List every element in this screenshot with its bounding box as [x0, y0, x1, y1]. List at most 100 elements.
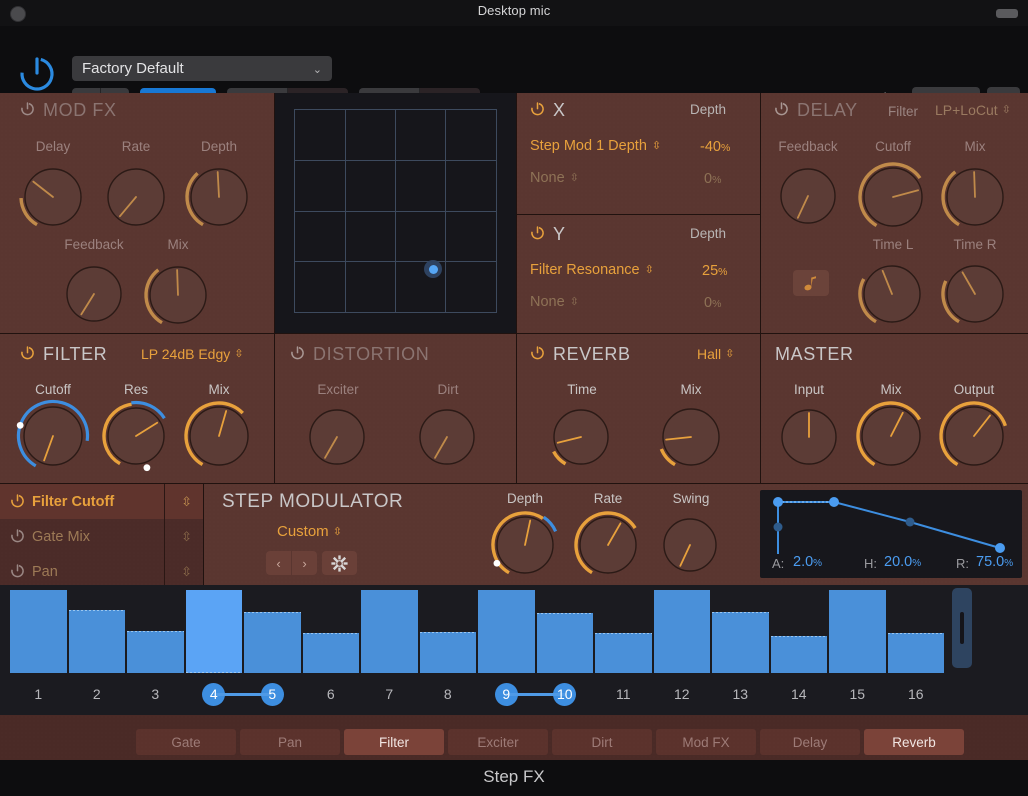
stepmod-rate-knob[interactable] [569, 506, 647, 584]
envelope-release-value[interactable]: 75.0% [976, 554, 1013, 570]
sequencer-step-number[interactable]: 3 [127, 686, 184, 702]
sequencer-step-number[interactable]: 5 [244, 686, 301, 702]
effect-tab-mod-fx[interactable]: Mod FX [656, 729, 756, 755]
xy-pad-handle[interactable] [424, 260, 442, 278]
y-source-1[interactable]: Filter Resonance⇳ [530, 262, 654, 278]
stepper-icon[interactable]: ⇳ [181, 564, 192, 580]
master-mix-knob[interactable] [851, 396, 931, 476]
mod-target-row-0[interactable]: Filter Cutoff ⇳ [0, 484, 203, 519]
distortion-exciter-knob[interactable] [299, 399, 375, 475]
stepmod-depth-knob[interactable] [486, 506, 564, 584]
sequencer-step-bar[interactable] [127, 631, 184, 673]
delay-cutoff-knob[interactable] [853, 157, 933, 237]
modfx-delay-knob[interactable] [14, 158, 92, 236]
window-resize-handle[interactable] [996, 9, 1018, 18]
sequencer-step-number[interactable]: 11 [595, 686, 652, 702]
step-modulator-preset[interactable]: Custom⇳ [277, 523, 342, 540]
sequencer-step-number[interactable]: 2 [69, 686, 126, 702]
sequencer-step-bar[interactable] [69, 610, 126, 673]
sequencer-step-bar[interactable] [361, 590, 418, 673]
envelope-display[interactable]: A: 2.0% H: 20.0% R: 75.0% [760, 490, 1022, 578]
x-source-2[interactable]: None⇳ [530, 170, 579, 186]
gear-icon[interactable] [322, 551, 357, 575]
sequencer-scroll-handle[interactable] [952, 588, 972, 668]
filter-cutoff-knob[interactable] [13, 396, 93, 476]
envelope-attack-value[interactable]: 2.0% [793, 554, 822, 570]
reverb-mode[interactable]: Hall⇳ [697, 346, 734, 362]
sequencer-step-bar[interactable] [244, 612, 301, 673]
sequencer-step-number[interactable]: 15 [829, 686, 886, 702]
filter-power-icon[interactable] [20, 345, 35, 365]
sequencer-step-number[interactable]: 13 [712, 686, 769, 702]
y-depth-1[interactable]: 25% [702, 263, 727, 279]
mod-target-row-1[interactable]: Gate Mix ⇳ [0, 519, 203, 554]
stepmod-swing-knob[interactable] [653, 508, 727, 582]
sequencer-step-bar[interactable] [478, 590, 535, 673]
modfx-rate-knob[interactable] [97, 158, 175, 236]
sequencer-step-number[interactable]: 14 [771, 686, 828, 702]
x-depth-1[interactable]: -40% [700, 139, 730, 155]
distortion-dirt-knob[interactable] [409, 399, 485, 475]
reverb-power-icon[interactable] [530, 345, 545, 365]
sequencer-step-number[interactable]: 10 [537, 686, 594, 702]
sequencer-step-number[interactable]: 8 [420, 686, 477, 702]
modfx-power-icon[interactable] [20, 101, 35, 121]
effect-tab-dirt[interactable]: Dirt [552, 729, 652, 755]
x-depth-2[interactable]: 0% [704, 171, 721, 187]
sequencer-step-bar[interactable] [186, 590, 243, 673]
step-modulator-next-button[interactable]: › [292, 551, 317, 575]
y-source-2[interactable]: None⇳ [530, 294, 579, 310]
sequencer-step-bar[interactable] [537, 613, 594, 673]
sequencer-step-bar[interactable] [829, 590, 886, 673]
modfx-depth-knob[interactable] [180, 158, 258, 236]
delay-filter-mode[interactable]: LP+LoCut⇳ [935, 102, 1011, 118]
sequencer-step-number[interactable]: 7 [361, 686, 418, 702]
sequencer-step-number[interactable]: 9 [478, 686, 535, 702]
sequencer-step-bar[interactable] [595, 633, 652, 673]
envelope-hold-value[interactable]: 20.0% [884, 554, 921, 570]
sequencer-step-bar[interactable] [420, 632, 477, 673]
xy-pad[interactable] [275, 93, 517, 333]
x-source-1[interactable]: Step Mod 1 Depth⇳ [530, 138, 661, 154]
effect-tab-reverb[interactable]: Reverb [864, 729, 964, 755]
sequencer-step-number[interactable]: 1 [10, 686, 67, 702]
stepper-icon[interactable]: ⇳ [181, 529, 192, 545]
mod-target-row-2[interactable]: Pan ⇳ [0, 554, 203, 589]
y-power-icon[interactable] [530, 225, 545, 245]
delay-timel-knob[interactable] [853, 255, 931, 333]
y-depth-2[interactable]: 0% [704, 295, 721, 311]
sequencer-step-number[interactable]: 4 [186, 686, 243, 702]
power-icon[interactable] [18, 54, 56, 92]
sequencer-step-bar[interactable] [712, 612, 769, 673]
effect-tab-filter[interactable]: Filter [344, 729, 444, 755]
delay-power-icon[interactable] [774, 101, 789, 121]
sequencer-step-bar[interactable] [888, 633, 945, 673]
step-modulator-prev-button[interactable]: ‹ [266, 551, 291, 575]
sequencer-step-number[interactable]: 12 [654, 686, 711, 702]
effect-tab-pan[interactable]: Pan [240, 729, 340, 755]
master-output-knob[interactable] [934, 396, 1014, 476]
x-power-icon[interactable] [530, 101, 545, 121]
mod-target-power-icon[interactable] [10, 528, 25, 548]
step-sequencer[interactable]: 12345678910111213141516 [0, 585, 1028, 715]
sequencer-step-bar[interactable] [771, 636, 828, 673]
sequencer-step-bar[interactable] [654, 590, 711, 673]
note-icon[interactable] [793, 270, 829, 296]
delay-mix-knob[interactable] [936, 158, 1014, 236]
mod-target-power-icon[interactable] [10, 493, 25, 513]
preset-selector[interactable]: Factory Default ⌄ [72, 56, 332, 81]
master-input-knob[interactable] [771, 399, 847, 475]
sequencer-step-number[interactable]: 16 [888, 686, 945, 702]
filter-mix-knob[interactable] [179, 396, 259, 476]
delay-timer-knob[interactable] [936, 255, 1014, 333]
delay-feedback-knob[interactable] [770, 158, 846, 234]
effect-tab-delay[interactable]: Delay [760, 729, 860, 755]
reverb-mix-knob[interactable] [652, 398, 730, 476]
modfx-mix-knob[interactable] [139, 256, 217, 334]
filter-mode[interactable]: LP 24dB Edgy⇳ [141, 346, 243, 362]
sequencer-step-number[interactable]: 6 [303, 686, 360, 702]
sequencer-step-bar[interactable] [303, 633, 360, 673]
reverb-time-knob[interactable] [543, 399, 619, 475]
distortion-power-icon[interactable] [290, 345, 305, 365]
effect-tab-gate[interactable]: Gate [136, 729, 236, 755]
